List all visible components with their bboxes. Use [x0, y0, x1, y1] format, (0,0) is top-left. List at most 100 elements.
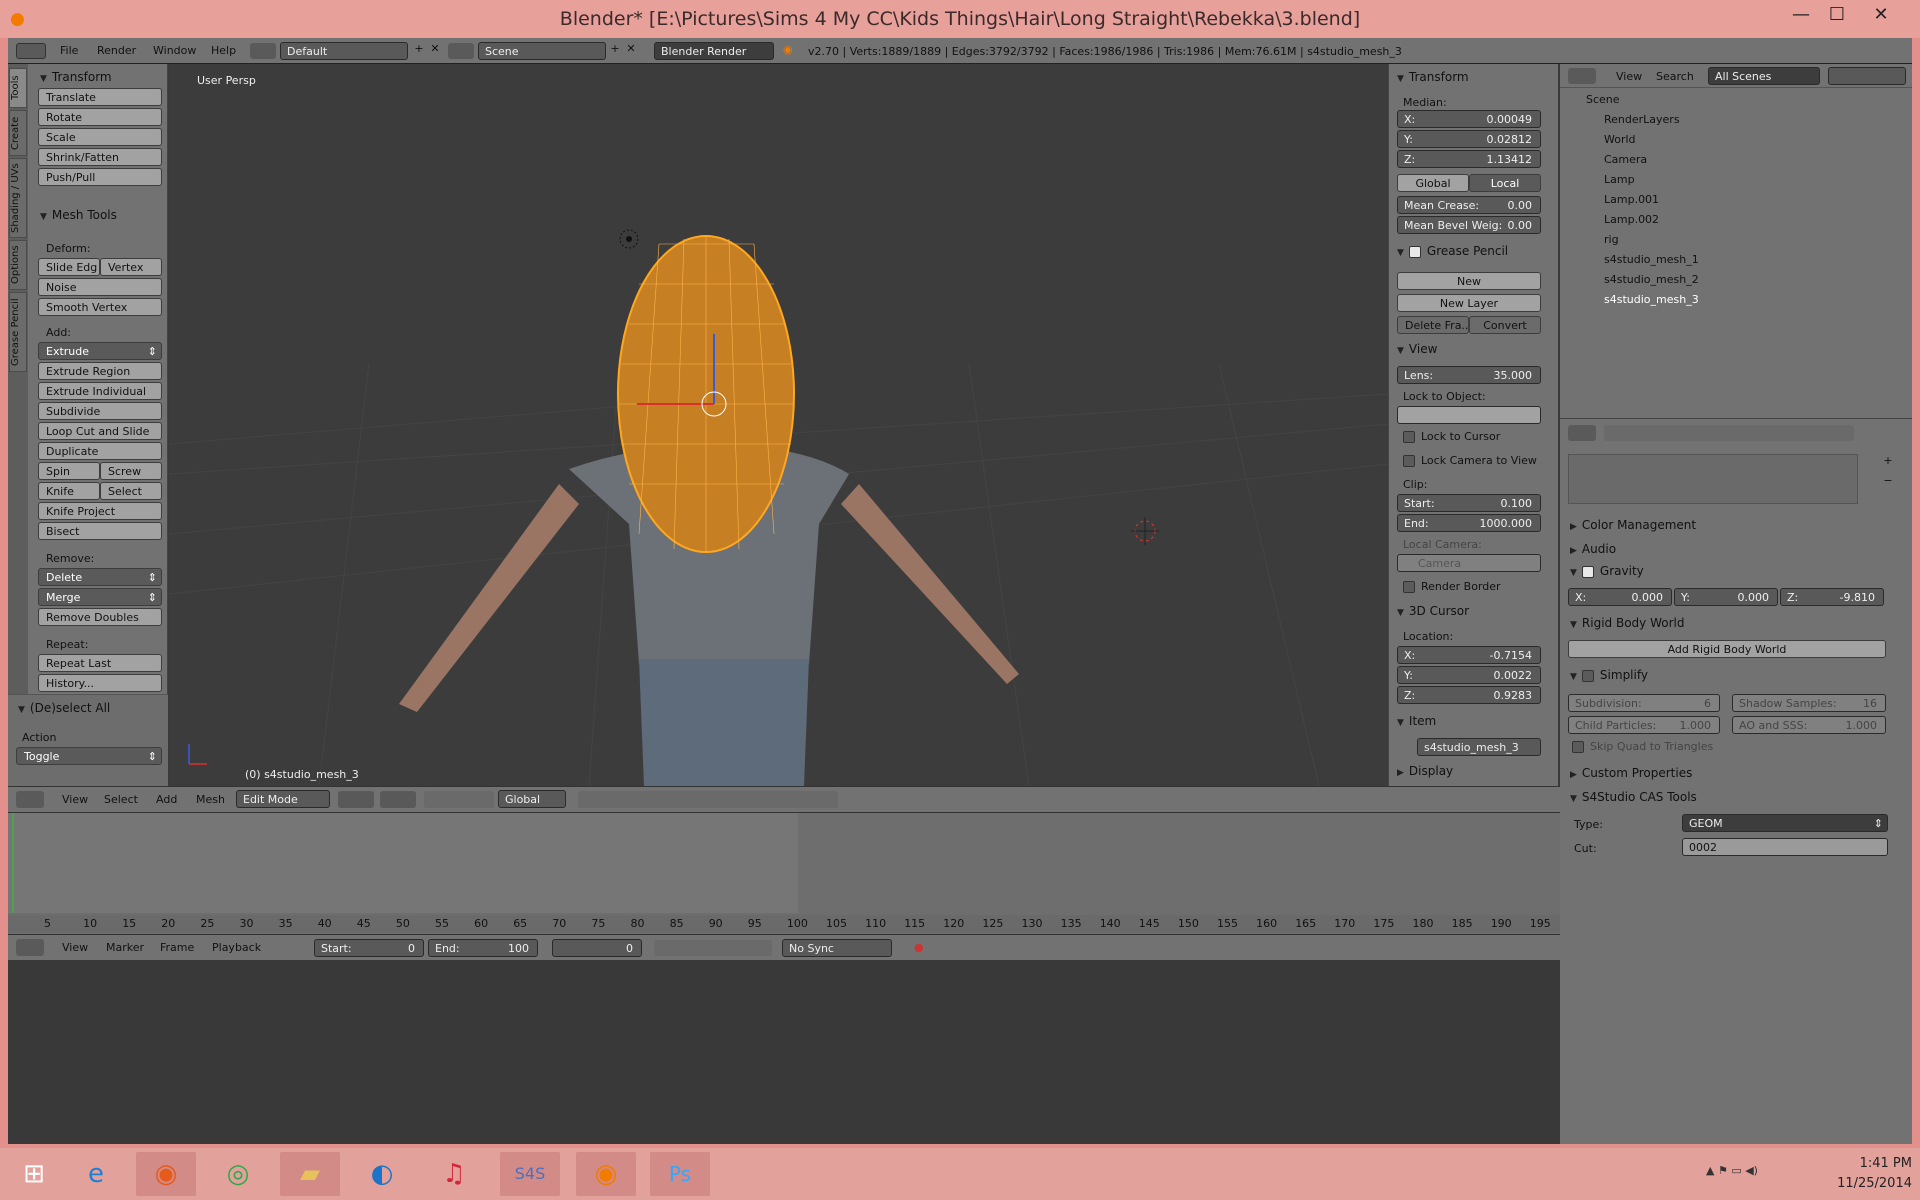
simplify-checkbox[interactable] [1581, 669, 1594, 682]
itunes-icon[interactable]: ♫ [424, 1152, 484, 1196]
tray-icons[interactable]: ▲ ⚑ ▭ ◀) [1706, 1164, 1758, 1177]
subdivide-button[interactable]: Subdivide [38, 402, 162, 420]
photoshop-icon[interactable]: Ps [650, 1152, 710, 1196]
outliner-search-menu[interactable]: Search [1656, 70, 1694, 83]
mesh-tools-panel-header[interactable]: ▼ Mesh Tools [40, 208, 117, 226]
scene-remove-icon[interactable]: ✕ [624, 42, 638, 55]
extrude-individual-button[interactable]: Extrude Individual [38, 382, 162, 400]
s4studio-tools-header[interactable]: ▼ S4Studio CAS Tools [1570, 790, 1697, 808]
rotate-button[interactable]: Rotate [38, 108, 162, 126]
knife-select-button[interactable]: Select [100, 482, 162, 500]
add-icon[interactable]: + [1878, 454, 1898, 472]
skip-quad-row[interactable]: Skip Quad to Triangles [1572, 740, 1713, 753]
sync-dropdown[interactable]: No Sync [782, 939, 892, 957]
knife-project-button[interactable]: Knife Project [38, 502, 162, 520]
lock-camera-checkbox[interactable] [1403, 455, 1415, 467]
gravity-y-field[interactable]: Y: 0.000 [1674, 588, 1778, 606]
viewport-view-menu[interactable]: View [62, 793, 88, 806]
local-camera-field[interactable]: Camera [1397, 554, 1541, 572]
outliner-search-input[interactable] [1828, 67, 1906, 85]
lens-field[interactable]: Lens: 35.000 [1397, 366, 1541, 384]
maximize-button[interactable]: ☐ [1818, 4, 1856, 32]
chrome-icon[interactable]: ◎ [208, 1152, 268, 1196]
noise-button[interactable]: Noise [38, 278, 162, 296]
shrink-fatten-button[interactable]: Shrink/Fatten [38, 148, 162, 166]
median-y-field[interactable]: Y: 0.02812 [1397, 130, 1541, 148]
lock-object-field[interactable] [1397, 406, 1541, 424]
internet-explorer-icon[interactable]: e [66, 1152, 126, 1196]
minimize-button[interactable]: — [1782, 4, 1820, 32]
rigid-body-world-header[interactable]: ▼ Rigid Body World [1570, 616, 1684, 634]
layout-add-icon[interactable]: + [412, 42, 426, 60]
view-panel-header[interactable]: ▼ View [1397, 342, 1437, 360]
merge-dropdown[interactable]: Merge ⇕ [38, 588, 162, 606]
global-toggle[interactable]: Global [1397, 174, 1469, 192]
remove-icon[interactable]: − [1878, 474, 1898, 492]
repeat-last-button[interactable]: Repeat Last [38, 654, 162, 672]
firefox-icon[interactable]: ◉ [136, 1152, 196, 1196]
remove-doubles-button[interactable]: Remove Doubles [38, 608, 162, 626]
history-button[interactable]: History... [38, 674, 162, 692]
extrude-dropdown[interactable]: Extrude ⇕ [38, 342, 162, 360]
manipulator-icons[interactable] [424, 791, 494, 808]
child-particles-field[interactable]: Child Particles: 1.000 [1568, 716, 1720, 734]
delete-dropdown[interactable]: Delete ⇕ [38, 568, 162, 586]
render-engine-dropdown[interactable]: Blender Render [654, 42, 774, 60]
cursor-z-field[interactable]: Z: 0.9283 [1397, 686, 1541, 704]
n-transform-header[interactable]: ▼ Transform [1397, 70, 1469, 88]
gravity-checkbox[interactable] [1581, 565, 1594, 578]
windows-start-icon[interactable]: ⊞ [4, 1152, 64, 1196]
viewport-editor-icon[interactable] [16, 791, 44, 808]
blender-taskbar-icon[interactable]: ◉ [576, 1152, 636, 1196]
shadow-samples-field[interactable]: Shadow Samples: 16 [1732, 694, 1886, 712]
file-explorer-icon[interactable]: ▰ [280, 1152, 340, 1196]
gravity-header[interactable]: ▼ Gravity [1570, 564, 1644, 582]
local-toggle[interactable]: Local [1469, 174, 1541, 192]
scene-add-icon[interactable]: + [608, 42, 622, 55]
outliner-row-mesh1[interactable]: s4studio_mesh_1 [1560, 250, 1912, 270]
timeline-view-menu[interactable]: View [62, 941, 88, 954]
layout-remove-icon[interactable]: ✕ [428, 42, 442, 60]
mode-dropdown[interactable]: Edit Mode [236, 790, 330, 808]
timeline-frame-menu[interactable]: Frame [160, 941, 194, 954]
screw-button[interactable]: Screw [100, 462, 162, 480]
timeline-editor-icon[interactable] [16, 939, 44, 956]
median-x-field[interactable]: X: 0.00049 [1397, 110, 1541, 128]
item-name-field[interactable]: s4studio_mesh_3 [1417, 738, 1541, 756]
start-frame-field[interactable]: Start: 0 [314, 939, 424, 957]
lock-camera-row[interactable]: Lock Camera to View [1403, 454, 1537, 467]
layout-field[interactable]: Default [280, 42, 408, 60]
mean-bevel-field[interactable]: Mean Bevel Weig: 0.00 [1397, 216, 1541, 234]
viewport-add-menu[interactable]: Add [156, 793, 177, 806]
deselect-all-header[interactable]: ▼ (De)select All [18, 701, 110, 719]
close-button[interactable]: ✕ [1862, 4, 1900, 32]
bisect-button[interactable]: Bisect [38, 522, 162, 540]
keying-sets-list[interactable] [1568, 454, 1858, 504]
audio-header[interactable]: ▶ Audio [1570, 542, 1616, 560]
3d-cursor-header[interactable]: ▼ 3D Cursor [1397, 604, 1469, 622]
gravity-z-field[interactable]: Z: -9.810 [1780, 588, 1884, 606]
outliner-row-lamp[interactable]: Lamp [1560, 170, 1912, 190]
duplicate-button[interactable]: Duplicate [38, 442, 162, 460]
outliner-row-scene[interactable]: Scene [1560, 90, 1912, 110]
custom-properties-header[interactable]: ▶ Custom Properties [1570, 766, 1692, 784]
cursor-x-field[interactable]: X: -0.7154 [1397, 646, 1541, 664]
tab-tools[interactable]: Tools [9, 68, 27, 108]
properties-context-tabs[interactable] [1604, 425, 1854, 441]
push-pull-button[interactable]: Push/Pull [38, 168, 162, 186]
scale-button[interactable]: Scale [38, 128, 162, 146]
outliner-view-menu[interactable]: View [1616, 70, 1642, 83]
skip-quad-checkbox[interactable] [1572, 741, 1584, 753]
editor-type-icon[interactable] [16, 43, 46, 59]
display-header[interactable]: ▶ Display [1397, 764, 1453, 782]
tab-grease-pencil[interactable]: Grease Pencil [9, 292, 27, 372]
action-dropdown[interactable]: Toggle ⇕ [16, 747, 162, 765]
clip-end-field[interactable]: End: 1000.000 [1397, 514, 1541, 532]
simplify-header[interactable]: ▼ Simplify [1570, 668, 1648, 686]
shading-dropdown[interactable] [338, 791, 374, 808]
timeline[interactable]: 5 10 15 20 25 30 35 40 45 50 55 60 65 70 75 80 85 90 95 100… [8, 812, 1560, 934]
slide-edge-button[interactable]: Slide Edg [38, 258, 100, 276]
spin-button[interactable]: Spin [38, 462, 100, 480]
knife-button[interactable]: Knife [38, 482, 100, 500]
viewport-select-menu[interactable]: Select [104, 793, 138, 806]
